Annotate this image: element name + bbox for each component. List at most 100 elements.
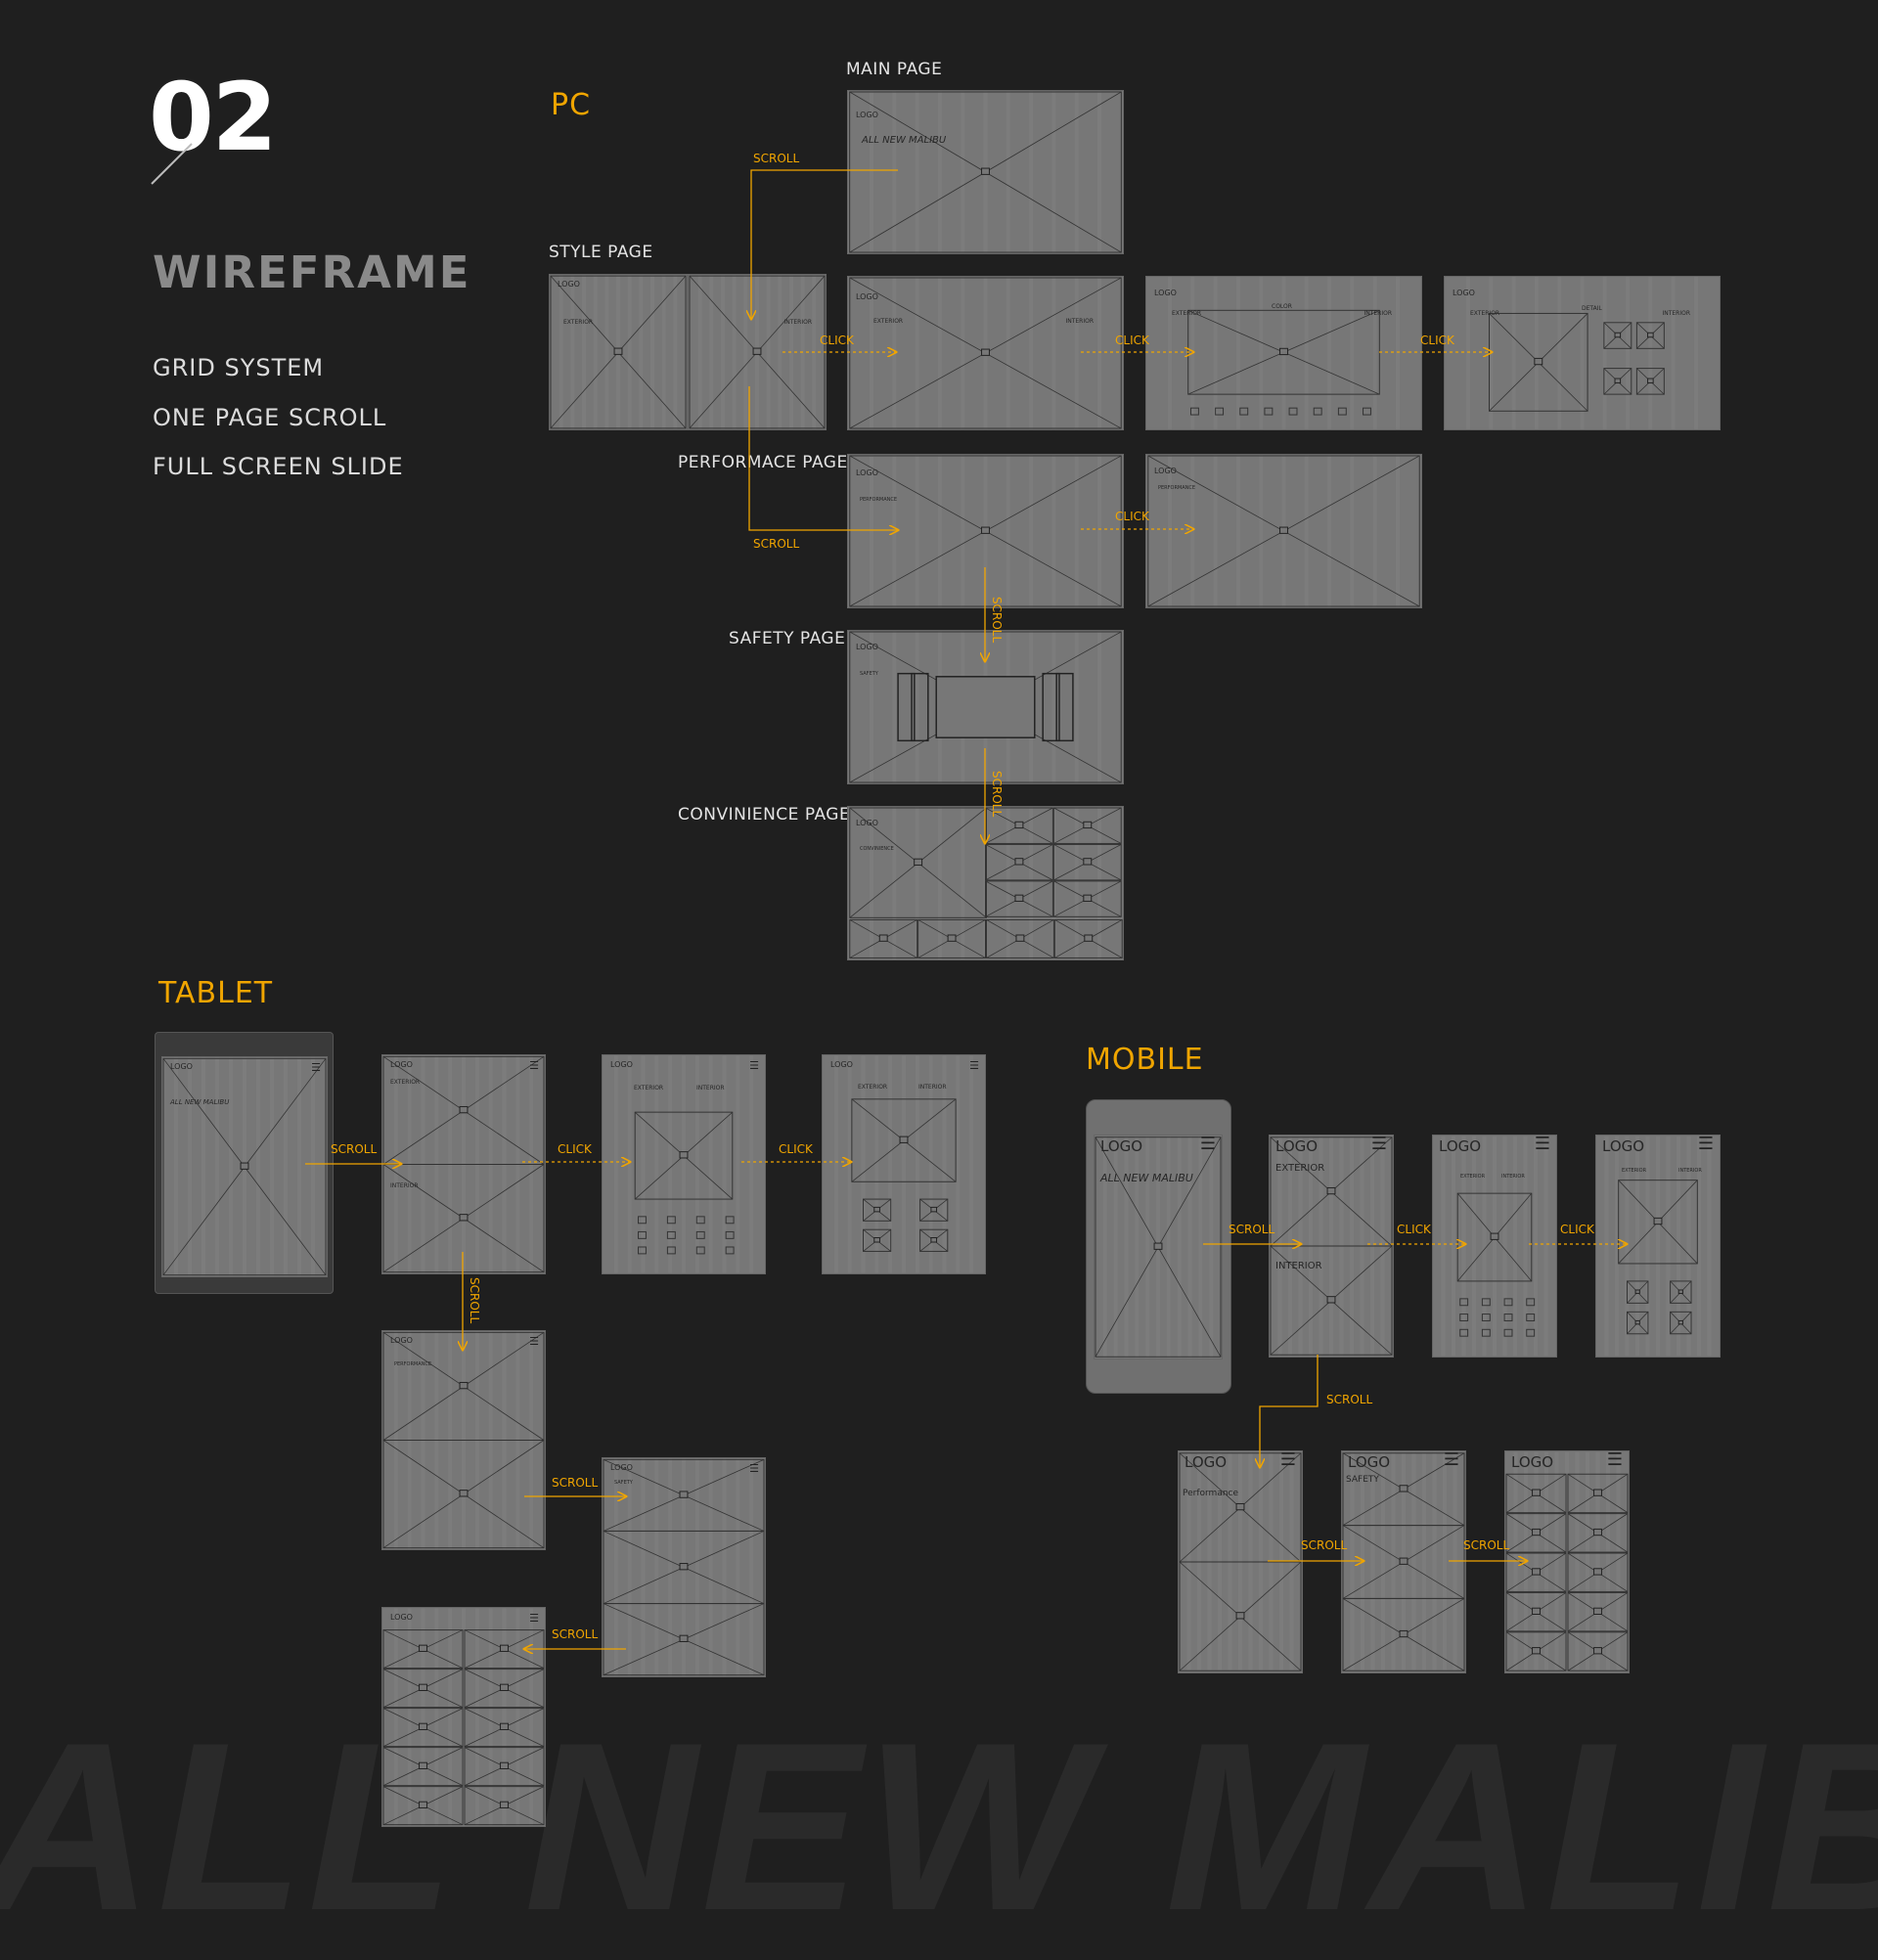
scroll-annotation: SCROLL — [468, 1277, 481, 1324]
click-annotation: CLICK — [558, 1142, 592, 1156]
wireframe-drawing — [849, 91, 1122, 253]
menu-icon: ☰ — [529, 1059, 539, 1072]
wire-logo: LOGO — [856, 819, 878, 827]
wire-exterior-label: EXTERIOR — [873, 318, 904, 325]
menu-icon: ☰ — [1534, 1135, 1550, 1154]
menu-icon: ☰ — [1443, 1450, 1459, 1470]
wire-detail-label: DETAIL — [1582, 305, 1602, 312]
wireframe-drawing — [1441, 1136, 1548, 1357]
wire-color-label: COLOR — [1272, 303, 1292, 310]
wire-logo: LOGO — [1154, 289, 1177, 297]
wire-logo: LOGO — [558, 280, 580, 289]
wire-logo: LOGO — [830, 1060, 853, 1069]
tablet-color-page: LOGO ☰ EXTERIOR INTERIOR — [602, 1054, 766, 1274]
menu-icon: ☰ — [1370, 1135, 1387, 1154]
wire-interior-label: INTERIOR — [1275, 1261, 1322, 1271]
wire-logo: LOGO — [856, 643, 878, 651]
wireframe-drawing — [1095, 1136, 1222, 1359]
mobile-convenience-page: LOGO ☰ — [1504, 1450, 1630, 1673]
wire-logo: LOGO — [610, 1060, 633, 1069]
wire-safety-label: SAFETY — [1346, 1475, 1379, 1485]
wire-interior-label: INTERIOR — [1065, 318, 1094, 325]
wire-exterior-label: EXTERIOR — [858, 1084, 888, 1091]
wire-logo: LOGO — [1511, 1453, 1554, 1471]
click-annotation: CLICK — [820, 334, 854, 347]
wire-interior-label: INTERIOR — [1364, 310, 1392, 317]
pc-convenience-page: LOGO CONVINIENCE — [847, 806, 1124, 960]
wire-exterior-label: EXTERIOR — [563, 319, 594, 326]
wireframe-drawing — [162, 1057, 327, 1276]
wire-logo: LOGO — [1185, 1453, 1228, 1471]
menu-icon: ☰ — [311, 1061, 321, 1074]
wireframe-drawing — [689, 275, 826, 429]
wire-performance-label: PERFORMANCE — [860, 497, 898, 503]
menu-icon: ☰ — [529, 1612, 539, 1625]
feature-one-page-scroll: ONE PAGE SCROLL — [153, 404, 387, 431]
wire-interior-label: INTERIOR — [1501, 1174, 1525, 1180]
feature-full-screen-slide: FULL SCREEN SLIDE — [153, 453, 404, 480]
wire-main-title: ALL NEW MALIBU — [1100, 1172, 1193, 1184]
scroll-annotation: SCROLL — [331, 1142, 378, 1156]
wire-exterior-label: EXTERIOR — [1275, 1163, 1325, 1174]
tablet-safety-page: LOGO ☰ SAFETY — [602, 1457, 766, 1677]
wire-interior-label: INTERIOR — [1662, 310, 1690, 317]
wire-performance-label: Performance — [1183, 1489, 1239, 1498]
wireframe-drawing — [849, 277, 1122, 429]
click-annotation: CLICK — [779, 1142, 813, 1156]
menu-icon: ☰ — [1199, 1135, 1216, 1154]
wireframe-drawing — [550, 275, 687, 429]
wire-logo: LOGO — [390, 1060, 413, 1069]
section-number: 02 — [149, 63, 278, 172]
scroll-annotation: SCROLL — [1301, 1538, 1348, 1552]
wire-logo: LOGO — [390, 1336, 413, 1345]
wire-logo: LOGO — [1453, 289, 1475, 297]
wire-logo: LOGO — [1275, 1137, 1319, 1155]
mobile-main-page: LOGO ☰ ALL NEW MALIBU — [1094, 1135, 1223, 1359]
menu-icon: ☰ — [969, 1059, 979, 1072]
menu-icon: ☰ — [1697, 1135, 1714, 1154]
mobile-style-page: LOGO ☰ EXTERIOR INTERIOR — [1269, 1135, 1394, 1358]
section-label-tablet: TABLET — [158, 976, 274, 1010]
page-label-convenience: CONVINIENCE PAGE — [678, 805, 851, 824]
scroll-annotation: SCROLL — [753, 537, 800, 551]
background-watermark: ALL NEW MALIBU — [0, 1692, 1878, 1960]
scroll-annotation: SCROLL — [753, 152, 800, 165]
wire-interior-label: INTERIOR — [696, 1085, 725, 1091]
pc-performance-detail-page: LOGO PERFORMANCE — [1145, 454, 1422, 608]
wireframe-drawing — [849, 807, 1123, 959]
wire-interior-label: INTERIOR — [783, 319, 812, 326]
wire-interior-label: INTERIOR — [390, 1182, 419, 1189]
pc-style-page-left: LOGO EXTERIOR — [549, 274, 688, 430]
wireframe-drawing — [1147, 455, 1420, 607]
wireframe-drawing — [849, 455, 1122, 607]
wire-logo: LOGO — [856, 468, 878, 477]
menu-icon: ☰ — [749, 1462, 759, 1475]
tablet-performance-page: LOGO ☰ PERFORMANCE — [381, 1330, 546, 1550]
section-label-pc: PC — [551, 88, 592, 122]
wire-main-title: ALL NEW MALIBU — [170, 1098, 230, 1106]
pc-main-page-wireframe: LOGO ALL NEW MALIBU — [847, 90, 1124, 254]
wire-logo: LOGO — [856, 111, 878, 119]
wire-logo: LOGO — [390, 1613, 413, 1622]
wireframe-drawing — [382, 1055, 545, 1273]
click-annotation: CLICK — [1115, 510, 1149, 523]
page-label-safety: SAFETY PAGE — [729, 629, 846, 648]
wire-logo: LOGO — [1100, 1137, 1143, 1155]
wireframe-drawing — [1179, 1451, 1302, 1672]
menu-icon: ☰ — [1606, 1450, 1623, 1470]
wireframe-drawing — [1466, 277, 1698, 429]
wire-exterior-label: EXTERIOR — [1622, 1168, 1647, 1174]
wire-interior-label: INTERIOR — [918, 1084, 947, 1091]
wire-logo: LOGO — [170, 1062, 193, 1071]
section-label-mobile: MOBILE — [1086, 1043, 1204, 1077]
wire-main-title: ALL NEW MALIBU — [862, 135, 947, 146]
scroll-annotation: SCROLL — [552, 1476, 599, 1490]
scroll-annotation: SCROLL — [552, 1627, 599, 1641]
wire-logo: LOGO — [1602, 1137, 1645, 1155]
tablet-detail-page: LOGO ☰ EXTERIOR INTERIOR — [822, 1054, 986, 1274]
wire-logo: LOGO — [1348, 1453, 1391, 1471]
wire-logo: LOGO — [610, 1463, 633, 1472]
mobile-performance-page: LOGO ☰ Performance — [1178, 1450, 1303, 1673]
wire-logo: LOGO — [1154, 467, 1177, 475]
pc-color-page: LOGO EXTERIOR COLOR INTERIOR — [1145, 276, 1422, 430]
